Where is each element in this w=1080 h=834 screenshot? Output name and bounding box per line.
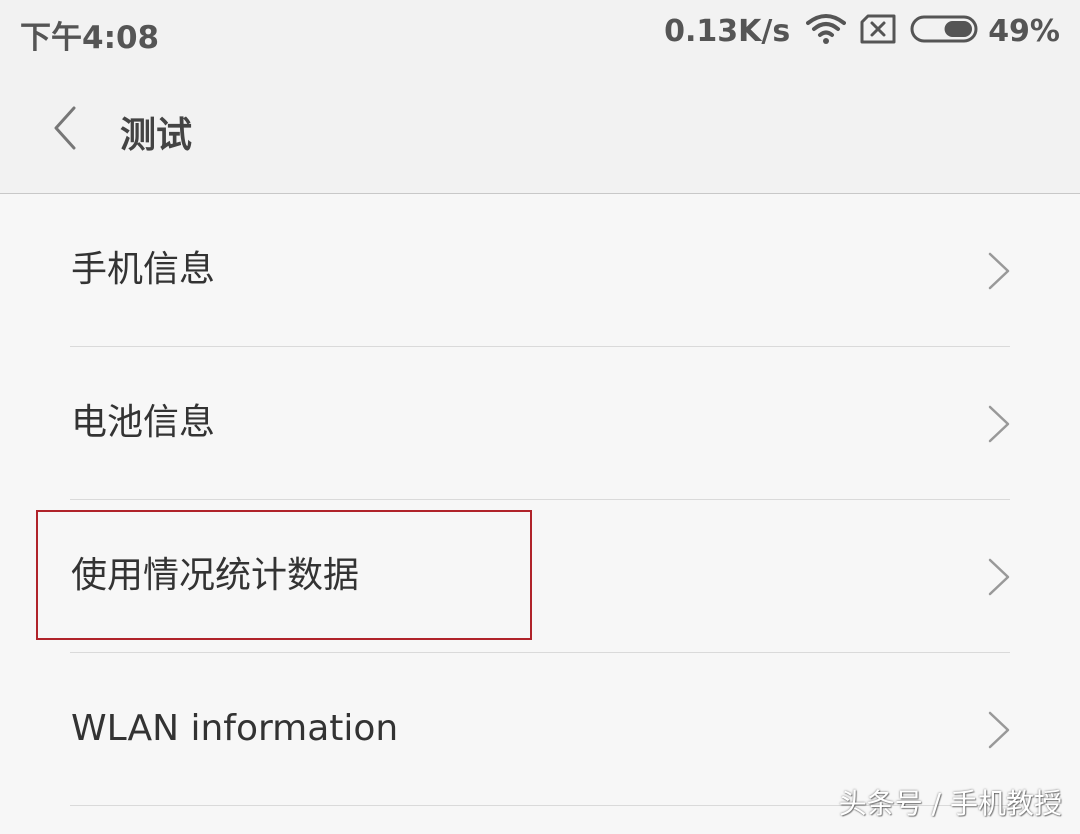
list-item-battery-info[interactable]: 电池信息 <box>0 347 1080 500</box>
network-speed: 0.13K/s <box>664 13 791 49</box>
wifi-icon <box>806 13 847 49</box>
settings-list: 手机信息 电池信息 使用情况统计数据 WLAN information <box>0 194 1080 806</box>
battery-icon <box>910 14 980 48</box>
chevron-right-icon <box>986 709 1012 751</box>
battery-percentage: 49% <box>988 13 1060 49</box>
list-item-label: WLAN information <box>71 708 399 749</box>
no-sim-icon <box>860 14 896 48</box>
list-item-label: 使用情况统计数据 <box>71 555 360 596</box>
status-time: 下午4:08 <box>20 20 160 56</box>
list-item-phone-info[interactable]: 手机信息 <box>0 194 1080 347</box>
screen: 下午4:08 0.13K/s 49% 测试 手机信息 电池信息 使用情况统计数据… <box>0 0 1080 834</box>
list-item-label: 手机信息 <box>71 249 216 290</box>
back-button[interactable] <box>44 104 88 152</box>
list-item-label: 电池信息 <box>71 402 216 443</box>
page-title: 测试 <box>120 115 193 156</box>
watermark: 头条号 / 手机教授 <box>838 787 1062 820</box>
chevron-left-icon <box>44 106 88 156</box>
chevron-right-icon <box>986 250 1012 292</box>
chevron-right-icon <box>986 403 1012 445</box>
status-bar: 下午4:08 0.13K/s 49% <box>0 0 1080 62</box>
status-indicators: 0.13K/s 49% <box>664 10 1060 52</box>
chevron-right-icon <box>986 556 1012 598</box>
list-item-usage-stats[interactable]: 使用情况统计数据 <box>0 500 1080 653</box>
title-bar: 测试 <box>0 62 1080 194</box>
